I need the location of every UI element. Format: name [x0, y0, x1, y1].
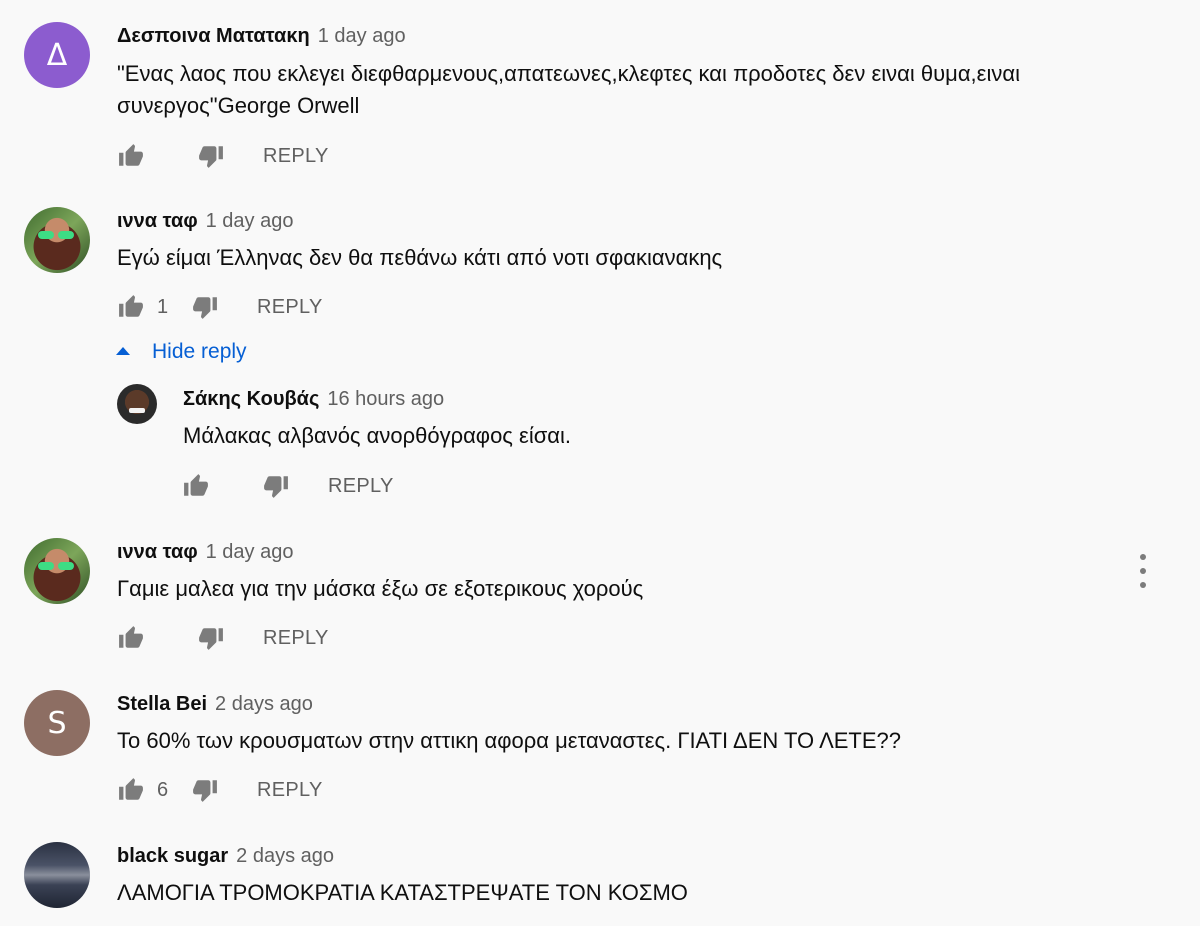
comment-actions: REPLY	[117, 623, 329, 653]
comment-author[interactable]: Σάκης Κουβάς	[183, 388, 319, 411]
comment-author[interactable]: ιννα ταφ	[117, 210, 198, 233]
avatar[interactable]: Δ	[24, 22, 90, 88]
thumb-down-icon	[198, 625, 224, 651]
avatar[interactable]	[117, 384, 157, 424]
comment-header: ιννα ταφ 1 day ago	[117, 538, 293, 566]
dislike-button[interactable]	[262, 472, 290, 500]
comment-author[interactable]: black sugar	[117, 845, 228, 868]
like-button[interactable]	[117, 776, 145, 804]
comment-author[interactable]: ιννα ταφ	[117, 541, 198, 564]
like-button[interactable]	[117, 293, 145, 321]
comment-author[interactable]: Stella Bei	[117, 693, 207, 716]
comment-text: Εγώ είμαι Έλληνας δεν θα πεθάνω κάτι από…	[117, 245, 723, 270]
comment-time[interactable]: 2 days ago	[215, 693, 313, 716]
like-button[interactable]	[117, 624, 145, 652]
like-button[interactable]	[182, 472, 210, 500]
reply-button[interactable]: REPLY	[263, 627, 329, 650]
comment-time[interactable]: 1 day ago	[206, 210, 294, 233]
dislike-button[interactable]	[197, 624, 225, 652]
thumb-down-icon	[198, 143, 224, 169]
avatar[interactable]	[24, 538, 90, 604]
comment-actions: 1 REPLY	[117, 292, 323, 322]
comment-text-line: συνεργος"George Orwell	[117, 93, 360, 118]
dislike-button[interactable]	[191, 293, 219, 321]
comment-text: Γαμιε μαλεα για την μάσκα έξω σε εξοτερι…	[117, 576, 644, 601]
thumb-up-icon	[118, 625, 144, 651]
comment-time[interactable]: 1 day ago	[318, 25, 406, 48]
comment-header: ιννα ταφ 1 day ago	[117, 207, 293, 235]
thumb-up-icon	[183, 473, 209, 499]
comment-time[interactable]: 1 day ago	[206, 541, 294, 564]
avatar[interactable]: S	[24, 690, 90, 756]
comment-author[interactable]: Δεσποινα Ματατακη	[117, 25, 310, 48]
comment-header: Stella Bei 2 days ago	[117, 690, 313, 718]
hide-replies-label: Hide reply	[152, 340, 247, 363]
comment-actions: 6 REPLY	[117, 775, 323, 805]
caret-up-icon	[116, 347, 130, 355]
comment-time[interactable]: 16 hours ago	[327, 388, 444, 411]
comment-header: Σάκης Κουβάς 16 hours ago	[183, 385, 444, 413]
comment-text: Μάλακας αλβανός ανορθόγραφος είσαι.	[183, 423, 572, 448]
reply-button[interactable]: REPLY	[257, 296, 323, 319]
like-button[interactable]	[117, 142, 145, 170]
thumb-down-icon	[263, 473, 289, 499]
avatar[interactable]	[24, 207, 90, 273]
comment-text-line: "Ενας λαος που εκλεγει διεφθαρμενους,απα…	[117, 61, 1020, 86]
avatar-letter: S	[47, 705, 67, 741]
comment-text: ΛΑΜΟΓΙΑ ΤΡΟΜΟΚΡΑΤΙΑ ΚΑΤΑΣΤΡΕΨΑΤΕ ΤΟΝ ΚΟΣ…	[117, 880, 688, 905]
reply-button[interactable]: REPLY	[263, 145, 329, 168]
dislike-button[interactable]	[191, 776, 219, 804]
thumb-down-icon	[192, 294, 218, 320]
comment-actions: REPLY	[117, 141, 329, 171]
comment-time[interactable]: 2 days ago	[236, 845, 334, 868]
avatar-letter: Δ	[46, 37, 68, 73]
comment-header: black sugar 2 days ago	[117, 842, 334, 870]
comment-text: Το 60% των κρουσματων στην αττικη αφορα …	[117, 728, 902, 753]
avatar[interactable]	[24, 842, 90, 908]
dislike-button[interactable]	[197, 142, 225, 170]
comment-actions: REPLY	[182, 471, 394, 501]
like-count: 1	[157, 295, 169, 318]
comment-header: Δεσποινα Ματατακη 1 day ago	[117, 22, 406, 50]
thumb-down-icon	[192, 777, 218, 803]
reply-button[interactable]: REPLY	[257, 779, 323, 802]
thumb-up-icon	[118, 143, 144, 169]
thumb-up-icon	[118, 294, 144, 320]
like-count: 6	[157, 778, 169, 801]
reply-button[interactable]: REPLY	[328, 475, 394, 498]
comment-text: "Ενας λαος που εκλεγει διεφθαρμενους,απα…	[117, 58, 1020, 122]
thumb-up-icon	[118, 777, 144, 803]
more-vert-icon[interactable]	[1132, 554, 1154, 588]
hide-replies-button[interactable]: Hide reply	[116, 338, 247, 366]
